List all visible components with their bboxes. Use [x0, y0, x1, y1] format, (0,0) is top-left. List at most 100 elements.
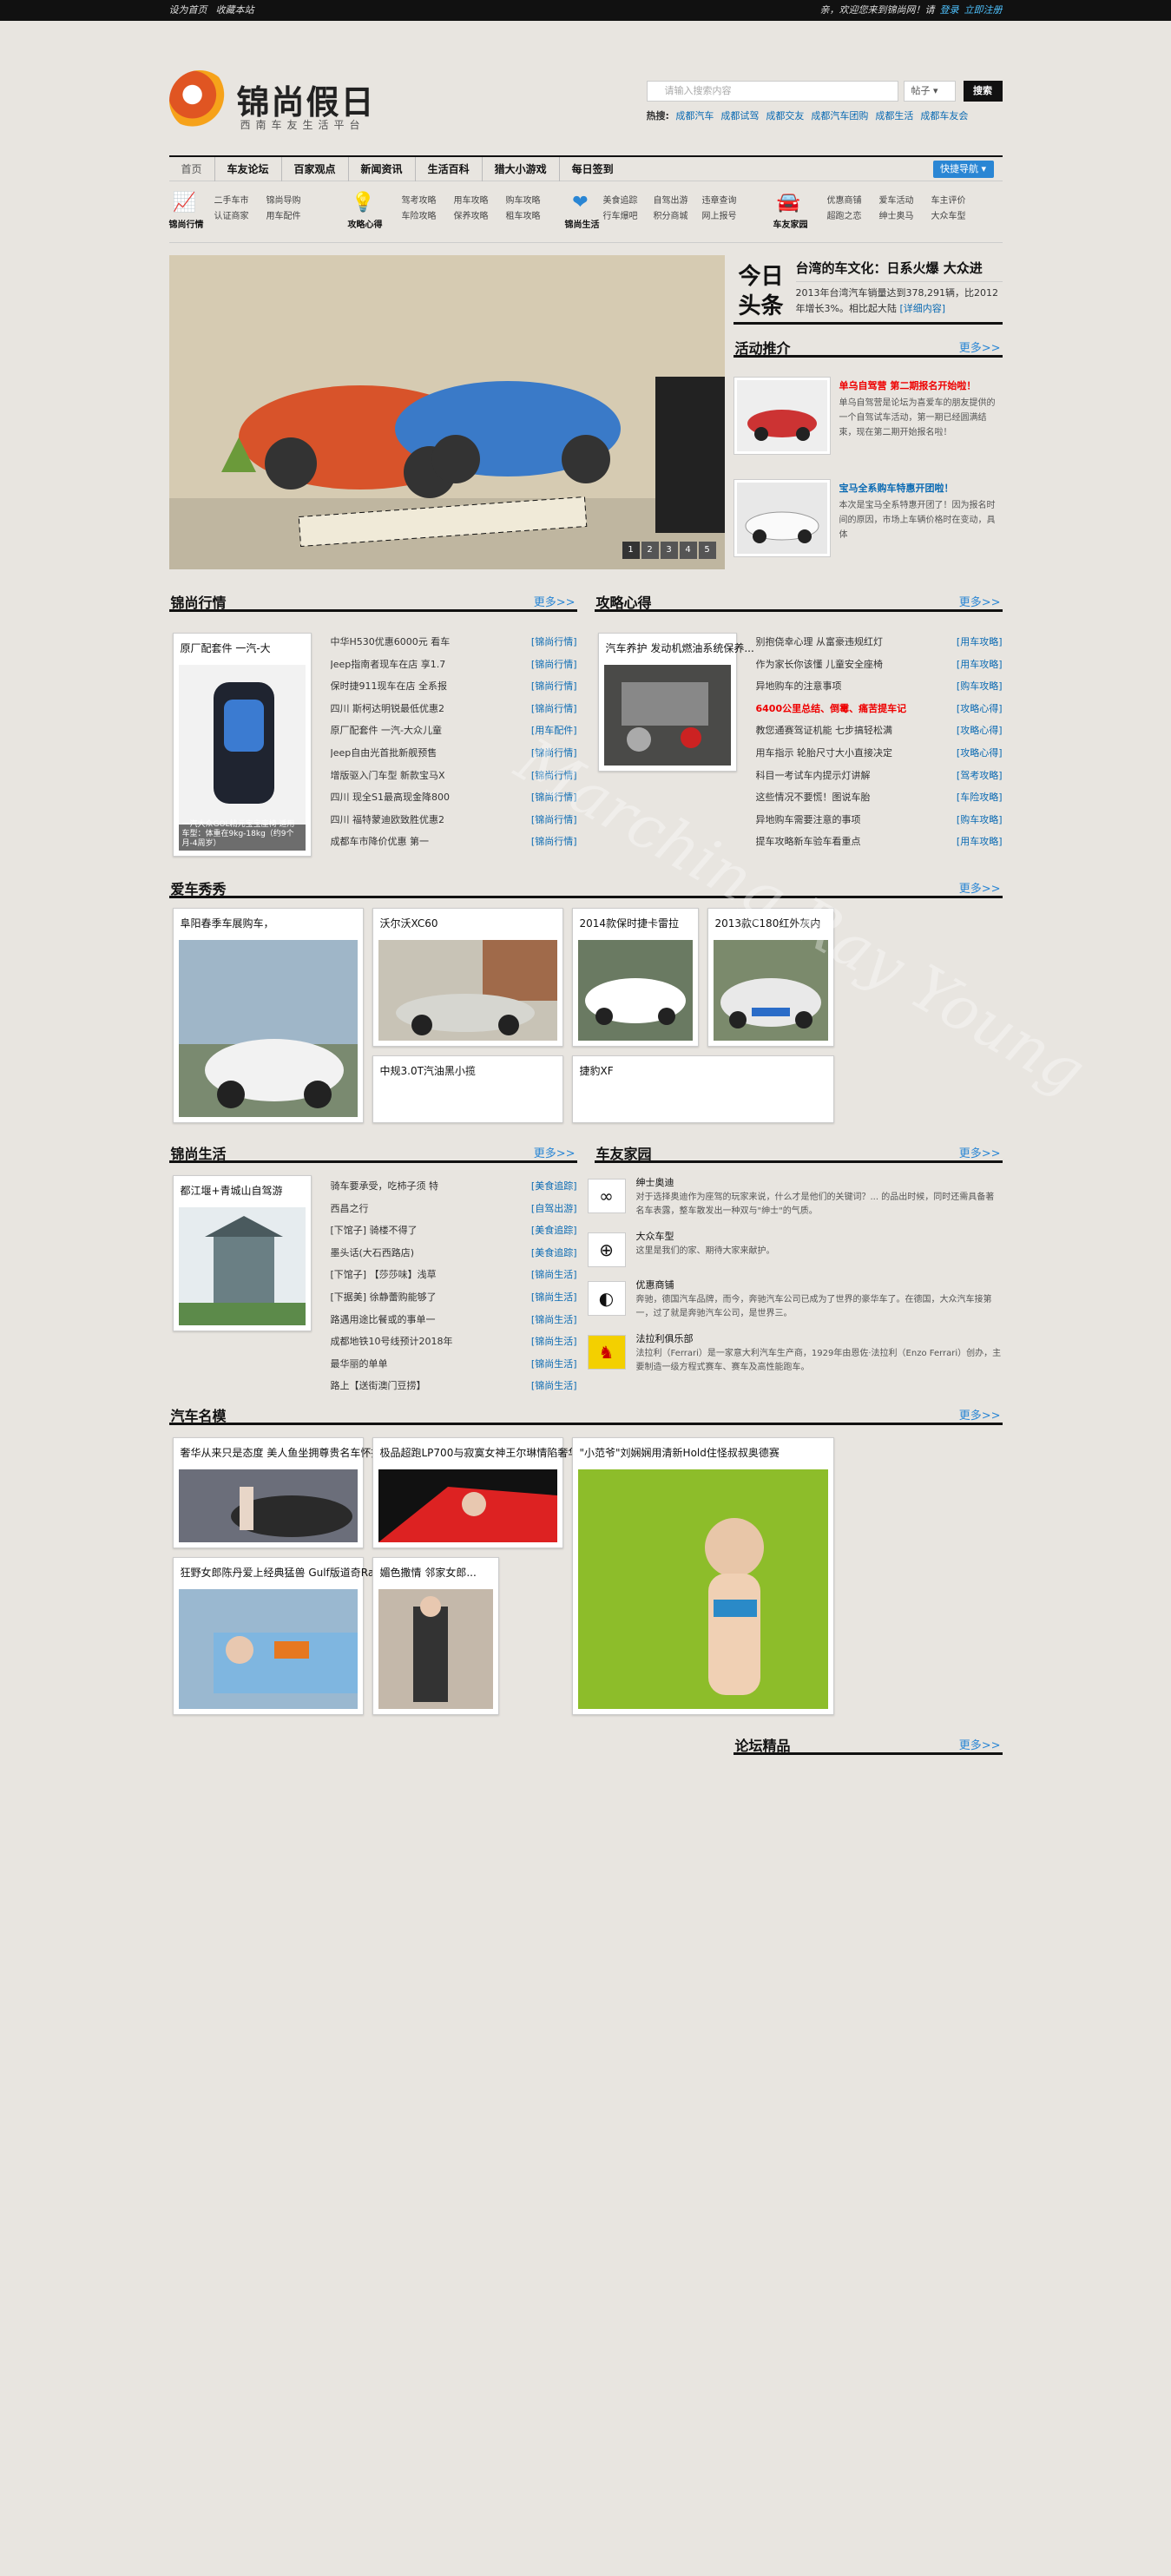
list-item[interactable]: 中华H530优惠6000元 看车 [锦尚行情] [320, 631, 577, 654]
show-card[interactable]: 2013款C180红外灰内 [707, 908, 834, 1047]
list-item-category[interactable]: [攻略心得] [957, 742, 1003, 765]
subnav-title[interactable]: 车友家园 [773, 217, 829, 230]
club-title[interactable]: 优惠商铺 [636, 1278, 674, 1291]
more-link[interactable]: 更多>> [959, 1406, 1001, 1423]
list-item-category[interactable]: [锦尚行情] [531, 765, 577, 787]
list-item[interactable]: Jeep指南者现车在店 享1.7 [锦尚行情] [320, 654, 577, 676]
nav-item-life[interactable]: 生活百科 [414, 157, 482, 181]
model-card[interactable]: 极品超跑LP700与寂寞女神王尔琳情陷奢华之 [372, 1437, 589, 1548]
subnav-link[interactable]: 绅士奥马 [879, 208, 914, 221]
subnav-link[interactable]: 用车攻略 [454, 193, 489, 206]
hot-link[interactable]: 成都生活 [875, 110, 913, 122]
search-scope-select[interactable]: 帖子 ▾ [903, 81, 956, 102]
list-item-category[interactable]: [美食追踪] [531, 1219, 577, 1242]
subnav-link[interactable]: 优惠商铺 [827, 193, 862, 206]
favorite-link[interactable]: 收藏本站 [216, 4, 254, 16]
club-item[interactable]: ∞ 绅士奥迪 对于选择奥迪作为座驾的玩家来说，什么才是他们的关键词？... 的品… [587, 1175, 1003, 1223]
headline-more-link[interactable]: [详细内容] [899, 303, 945, 314]
list-item[interactable]: 成都车市降价优惠 第一 [锦尚行情] [320, 831, 577, 853]
list-item[interactable]: 这些情况不要慌！图说车胎 [车险攻略] [746, 786, 1003, 809]
list-item-category[interactable]: [美食追踪] [531, 1175, 577, 1198]
list-item[interactable]: [下据美] 徐静蕾购能够了 [锦尚生活] [320, 1286, 577, 1309]
list-item-category[interactable]: [锦尚行情] [531, 698, 577, 720]
list-item-category[interactable]: [锦尚行情] [531, 786, 577, 809]
list-item[interactable]: 最华丽的单单 [锦尚生活] [320, 1353, 577, 1376]
slide-dot[interactable]: 4 [679, 542, 697, 559]
list-item-category[interactable]: [锦尚行情] [531, 831, 577, 853]
model-card[interactable]: 狂野女郎陈丹爱上经典猛兽 Gulf版道奇Ram [172, 1557, 385, 1715]
model-card[interactable]: "小范爷"刘娴娴用清新Hold住怪叔叔奥德赛 [571, 1437, 834, 1715]
list-item-category[interactable]: [锦尚生活] [531, 1353, 577, 1376]
slide-dot[interactable]: 2 [641, 542, 659, 559]
subnav-link[interactable]: 锦尚导购 [266, 193, 301, 206]
list-item[interactable]: 异地购车的注意事项 [购车攻略] [746, 675, 1003, 698]
club-item[interactable]: ⊕ 大众车型 这里是我们的家、期待大家来献护。 [587, 1229, 1003, 1277]
more-link[interactable]: 更多>> [959, 593, 1001, 609]
show-card[interactable]: 2014款保时捷卡雷拉 [571, 908, 699, 1047]
list-item[interactable]: 西昌之行 [自驾出游] [320, 1198, 577, 1220]
list-item-category[interactable]: [锦尚行情] [531, 742, 577, 765]
model-card[interactable]: 媚色撒情 邻家女郎... [372, 1557, 499, 1715]
subnav-link[interactable]: 车主评价 [931, 193, 966, 206]
subnav-link[interactable]: 购车攻略 [506, 193, 541, 206]
life-card[interactable]: 都江堰+青城山自驾游 [172, 1175, 312, 1331]
list-item[interactable]: 路上【送街澳门豆捞】 [锦尚生活] [320, 1375, 577, 1397]
more-link[interactable]: 更多>> [959, 1736, 1001, 1752]
list-item[interactable]: 骑车要承受，吃柿子须 特 [美食追踪] [320, 1175, 577, 1198]
activity-item[interactable]: 宝马全系购车特惠开团啦！ 本次是宝马全系特惠开团了！因为报名时间的原因，市场上车… [733, 479, 1003, 566]
list-item[interactable]: 原厂配套件 一汽-大众儿童 [用车配件] [320, 720, 577, 742]
subnav-link[interactable]: 驾考攻略 [402, 193, 437, 206]
more-link[interactable]: 更多>> [959, 338, 1001, 355]
subnav-link[interactable]: 租车攻略 [506, 208, 541, 221]
slide-dot[interactable]: 5 [698, 542, 716, 559]
list-item[interactable]: 6400公里总结、倒霉、痛苦提车记 [攻略心得] [746, 698, 1003, 720]
nav-item-news[interactable]: 新闻资讯 [347, 157, 415, 181]
set-home-link[interactable]: 设为首页 [169, 4, 207, 16]
list-item-category[interactable]: [锦尚行情] [531, 675, 577, 698]
more-link[interactable]: 更多>> [534, 1144, 576, 1160]
list-item[interactable]: 提车攻略新车验车看重点 [用车攻略] [746, 831, 1003, 853]
slide-dot[interactable]: 1 [622, 542, 640, 559]
more-link[interactable]: 更多>> [534, 593, 576, 609]
subnav-link[interactable]: 自驾出游 [654, 193, 688, 206]
list-item-category[interactable]: [攻略心得] [957, 698, 1003, 720]
subnav-link[interactable]: 网上报号 [702, 208, 737, 221]
list-item-category[interactable]: [锦尚生活] [531, 1375, 577, 1397]
list-item-category[interactable]: [驾考攻略] [957, 765, 1003, 787]
list-item[interactable]: 成都地铁10号线预计2018年 [锦尚生活] [320, 1331, 577, 1353]
list-item[interactable]: 四川 现全S1最高现金降800 [锦尚行情] [320, 786, 577, 809]
list-item-category[interactable]: [锦尚行情] [531, 631, 577, 654]
search-button[interactable]: 搜索 [963, 81, 1003, 102]
login-link[interactable]: 登录 [940, 4, 959, 16]
list-item-category[interactable]: [用车配件] [531, 720, 577, 742]
list-item-category[interactable]: [购车攻略] [957, 809, 1003, 831]
hot-link[interactable]: 成都汽车团购 [811, 110, 868, 122]
hot-link[interactable]: 成都汽车 [675, 110, 714, 122]
hot-link[interactable]: 成都交友 [766, 110, 804, 122]
list-item[interactable]: 作为家长你该懂 儿童安全座椅 [用车攻略] [746, 654, 1003, 676]
subnav-title[interactable]: 攻略心得 [348, 217, 404, 230]
list-item[interactable]: 四川 斯柯达明锐最低优惠2 [锦尚行情] [320, 698, 577, 720]
list-item[interactable]: Jeep自由光首批新舰预售 [锦尚行情] [320, 742, 577, 765]
list-item[interactable]: 路遇用途比餐或的事单一 [锦尚生活] [320, 1309, 577, 1331]
subnav-link[interactable]: 超跑之恋 [827, 208, 862, 221]
list-item-category[interactable]: [锦尚行情] [531, 654, 577, 676]
show-card[interactable]: 阜阳春季车展购车， [172, 908, 364, 1123]
market-card[interactable]: 原厂配套件 一汽-大 一汽大众GOL精元宝宝座椅 适用车型：体重在9kg-18k… [172, 633, 312, 857]
list-item[interactable]: 四川 福特蒙迪欧致胜优惠2 [锦尚行情] [320, 809, 577, 831]
subnav-link[interactable]: 违章查询 [702, 193, 737, 206]
list-item[interactable]: 别抱侥幸心理 从富豪违规红灯 [用车攻略] [746, 631, 1003, 654]
list-item[interactable]: 科目一考试车内提示灯讲解 [驾考攻略] [746, 765, 1003, 787]
list-item-category[interactable]: [锦尚生活] [531, 1286, 577, 1309]
headline-title[interactable]: 台湾的车文化：日系火爆 大众进 [796, 259, 1003, 277]
hot-link[interactable]: 成都车友会 [920, 110, 968, 122]
subnav-link[interactable]: 二手车市 [214, 193, 249, 206]
list-item[interactable]: 用车指示 轮胎尺寸大小直接决定 [攻略心得] [746, 742, 1003, 765]
slide-dot[interactable]: 3 [660, 542, 678, 559]
show-card[interactable]: 沃尔沃XC60 [372, 908, 563, 1047]
show-card[interactable]: 捷豹XF [571, 1055, 834, 1123]
club-title[interactable]: 法拉利俱乐部 [636, 1331, 694, 1345]
subnav-link[interactable]: 爱车活动 [879, 193, 914, 206]
list-item-category[interactable]: [用车攻略] [957, 831, 1003, 853]
list-item-category[interactable]: [用车攻略] [957, 631, 1003, 654]
